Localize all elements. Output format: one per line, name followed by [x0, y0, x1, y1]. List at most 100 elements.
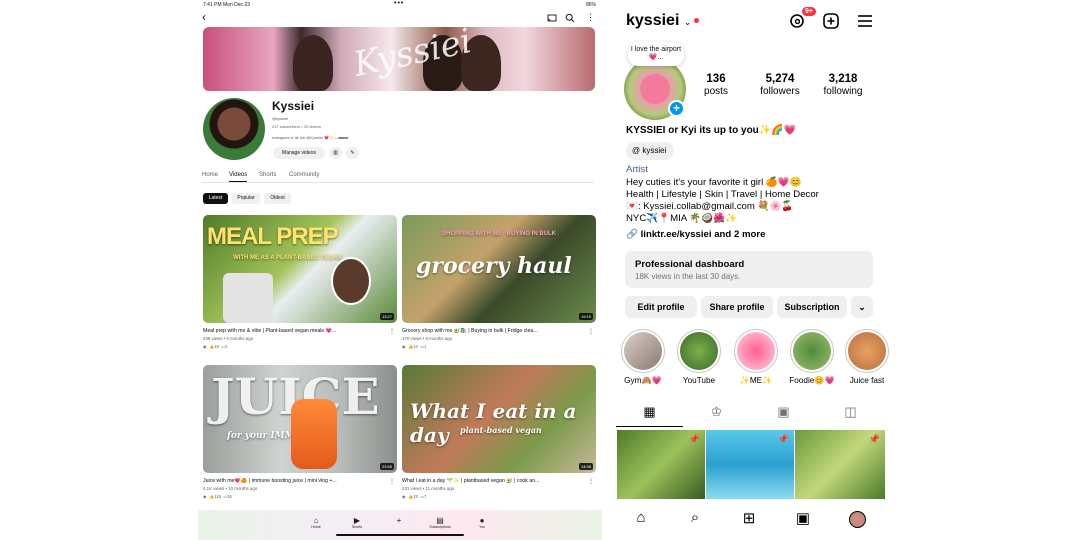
- channel-avatar[interactable]: [203, 98, 265, 160]
- edit-profile-button[interactable]: Edit profile: [625, 296, 697, 318]
- edit-pencil-icon[interactable]: ✎: [346, 147, 359, 159]
- bio-line: Hey cuties it's your favorite it girl 🍊💗…: [626, 177, 802, 188]
- bio-link[interactable]: 🔗 linktr.ee/kyssiei and 2 more: [626, 229, 765, 240]
- back-arrow-icon[interactable]: ‹: [202, 11, 206, 23]
- search-icon[interactable]: [565, 13, 575, 23]
- video-thumbnail[interactable]: grocery haul SHOPPING WITH ME · BUYING I…: [402, 215, 596, 323]
- notification-badge: 9+: [802, 7, 816, 16]
- video-meta: 170 views • 8 months ago: [402, 336, 453, 341]
- chip-latest[interactable]: Latest: [203, 193, 228, 204]
- multitask-dots[interactable]: •••: [394, 0, 404, 7]
- more-vert-icon[interactable]: ⋮: [588, 328, 594, 335]
- video-card[interactable]: JUICE for your IMMUNITY 23:55 Juice with…: [203, 365, 397, 500]
- professional-dashboard[interactable]: Professional dashboard 18K views in the …: [625, 251, 873, 288]
- thumbnail-title-text: grocery haul: [416, 253, 572, 279]
- video-title[interactable]: Juice with me💗🍊 | immune boosting juice …: [203, 478, 383, 484]
- grid-post[interactable]: 📌: [795, 430, 885, 499]
- nav-home[interactable]: ⌂ Home: [296, 516, 336, 529]
- channel-bio: Instagram & tik tok @Kyssiei 💗✨: [272, 135, 335, 140]
- nav-you[interactable]: ● You: [462, 516, 502, 529]
- nav-label: Subscriptions: [429, 525, 451, 529]
- nav-subscriptions[interactable]: ▤ Subscriptions: [420, 516, 460, 529]
- share-profile-button[interactable]: Share profile: [701, 296, 773, 318]
- tab-shorts[interactable]: Shorts: [259, 172, 276, 178]
- subscription-button[interactable]: Subscription: [777, 296, 847, 318]
- add-story-plus-icon[interactable]: +: [668, 100, 685, 117]
- nav-create[interactable]: +: [379, 516, 419, 525]
- chip-oldest[interactable]: Oldest: [264, 193, 291, 204]
- bottom-navigation: ⌂ Home ▶ Shorts + ▤ Subscriptions ● You: [198, 510, 602, 540]
- username-header[interactable]: kyssiei ⌄: [626, 12, 700, 30]
- more-vert-icon[interactable]: ⋮: [389, 328, 395, 335]
- story-highlight[interactable]: ✨ME✨: [732, 329, 780, 386]
- nav-label: Shorts: [351, 525, 363, 529]
- create-post-icon[interactable]: ⊞: [737, 509, 761, 531]
- plus-icon: +: [396, 516, 402, 525]
- menu-icon[interactable]: [856, 12, 874, 30]
- subscriber-crown-icon[interactable]: ♔: [683, 401, 750, 427]
- more-vert-icon[interactable]: ⋮: [588, 478, 594, 485]
- grid-post[interactable]: 📌: [617, 430, 705, 499]
- posts-stat[interactable]: 136 posts: [686, 73, 746, 97]
- new-activity-dot: [694, 18, 700, 24]
- pinned-icon: 📌: [868, 434, 880, 444]
- threads-badge[interactable]: @ kyssiei: [626, 142, 675, 160]
- bottom-navigation: ⌂ ⌕ ⊞ ▣: [616, 503, 886, 540]
- channel-name: Kyssiei: [272, 99, 315, 113]
- video-thumbnail[interactable]: JUICE for your IMMUNITY 23:55: [203, 365, 397, 473]
- tab-videos[interactable]: Videos: [229, 172, 248, 182]
- chip-popular[interactable]: Popular: [232, 193, 260, 204]
- grid-post[interactable]: 📌: [706, 430, 794, 499]
- video-card[interactable]: What I eat in a day plant-based vegan 14…: [402, 365, 596, 500]
- more-vert-icon[interactable]: ⋮: [389, 478, 395, 485]
- reels-icon[interactable]: ▣: [791, 509, 815, 531]
- video-title[interactable]: What I eat in a day 🌱✨ | plantbased vega…: [402, 478, 582, 484]
- views-icon: ◉: [402, 494, 406, 499]
- video-card[interactable]: grocery haul SHOPPING WITH ME · BUYING I…: [402, 215, 596, 350]
- suggested-chevron-icon[interactable]: ⌄: [851, 296, 873, 318]
- following-stat[interactable]: 3,218 following: [813, 73, 873, 97]
- video-title[interactable]: Meal prep with me & vibe | Plant-based v…: [203, 328, 383, 334]
- like-count: 119: [214, 494, 221, 499]
- more-vert-icon[interactable]: ⋮: [586, 12, 596, 22]
- video-thumbnail[interactable]: What I eat in a day plant-based vegan 14…: [402, 365, 596, 473]
- username: kyssiei: [626, 12, 680, 29]
- video-meta: 438 views • 6 months ago: [203, 336, 254, 341]
- cast-icon[interactable]: [547, 13, 557, 23]
- video-card[interactable]: MEAL PREP WITH ME AS A PLANT-BASED VEGAN…: [203, 215, 397, 350]
- add-post-icon[interactable]: [822, 12, 840, 30]
- highlight-label: Juice fast: [849, 376, 885, 385]
- profile-avatar-icon[interactable]: [845, 509, 869, 531]
- reels-tab-icon[interactable]: ▣: [750, 401, 817, 427]
- profile-tabs: ▦ ♔ ▣ ◫: [616, 401, 886, 427]
- channel-description[interactable]: Instagram & tik tok @Kyssiei 💗✨ ...more: [272, 135, 348, 140]
- pinned-icon: 📌: [777, 434, 789, 444]
- dashboard-subtitle: 18K views in the last 30 days.: [635, 272, 741, 281]
- tab-community[interactable]: Community: [289, 172, 319, 178]
- grid-tab-icon[interactable]: ▦: [616, 401, 683, 427]
- followers-stat[interactable]: 5,274 followers: [750, 73, 810, 97]
- link-icon: 🔗: [626, 229, 638, 240]
- stat-number: 5,274: [765, 73, 795, 85]
- video-thumbnail[interactable]: MEAL PREP WITH ME AS A PLANT-BASED VEGAN…: [203, 215, 397, 323]
- youtube-channel-page: 7:41 PM Mon Dec 23 ••• 86% ‹ ⋮ Kyssiei K…: [198, 0, 602, 540]
- video-title[interactable]: Grocery shop with me 🥑🛍️ | Buying in bul…: [402, 328, 582, 334]
- shorts-icon: ▶: [353, 516, 361, 525]
- bio-line: Health | Lifestyle | Skin | Travel | Hom…: [626, 189, 819, 200]
- manage-videos-button[interactable]: Manage videos: [273, 147, 325, 159]
- story-highlight[interactable]: Foodie😊💗: [788, 329, 836, 386]
- analytics-icon[interactable]: ▥: [329, 147, 342, 159]
- tab-home[interactable]: Home: [202, 172, 218, 178]
- nav-shorts[interactable]: ▶ Shorts: [337, 516, 377, 529]
- home-icon[interactable]: ⌂: [629, 509, 653, 531]
- story-highlight[interactable]: Juice fast: [843, 329, 891, 385]
- story-highlight[interactable]: YouTube: [675, 329, 723, 385]
- story-highlight[interactable]: Gym🙈💗: [619, 329, 667, 386]
- video-stats: ◉ 👍119 ▭16: [203, 494, 397, 500]
- comment-count: 1: [424, 344, 427, 349]
- note-bubble[interactable]: I love the airport 💗...: [628, 42, 684, 66]
- more-link[interactable]: ...more: [335, 135, 348, 140]
- search-icon[interactable]: ⌕: [683, 509, 707, 531]
- channel-handle: @kyssiei: [272, 116, 289, 121]
- tagged-tab-icon[interactable]: ◫: [817, 401, 884, 427]
